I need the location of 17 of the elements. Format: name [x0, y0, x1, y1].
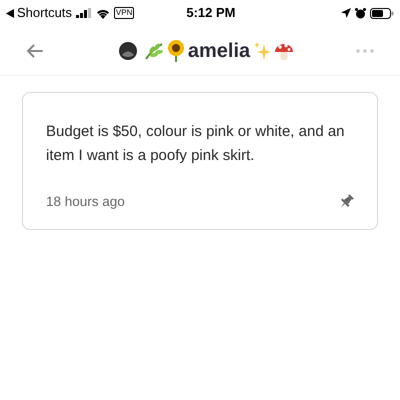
sunflower-icon: [166, 40, 185, 62]
leaf-icon: [144, 42, 164, 60]
battery-icon: [370, 8, 394, 18]
vpn-badge: VPN: [114, 7, 134, 19]
alarm-clock-icon: [355, 8, 366, 18]
avatar-icon: [118, 42, 137, 60]
wifi-icon: [96, 8, 110, 18]
back-triangle-icon: [6, 8, 14, 18]
location-arrow-icon: [341, 8, 351, 18]
signal-icon: [76, 8, 92, 18]
conversation-title: amelia: [188, 38, 250, 64]
clock-time: 5:12 PM: [186, 4, 236, 22]
note-text: Budget is $50, colour is pink or white, and an item I want is a poofy pink skirt.: [46, 122, 346, 166]
back-arrow-icon[interactable]: [26, 44, 43, 58]
back-app-label[interactable]: Shortcuts: [17, 3, 72, 23]
note-timestamp: 18 hours ago: [46, 193, 125, 211]
sparkles-icon: [253, 42, 272, 60]
